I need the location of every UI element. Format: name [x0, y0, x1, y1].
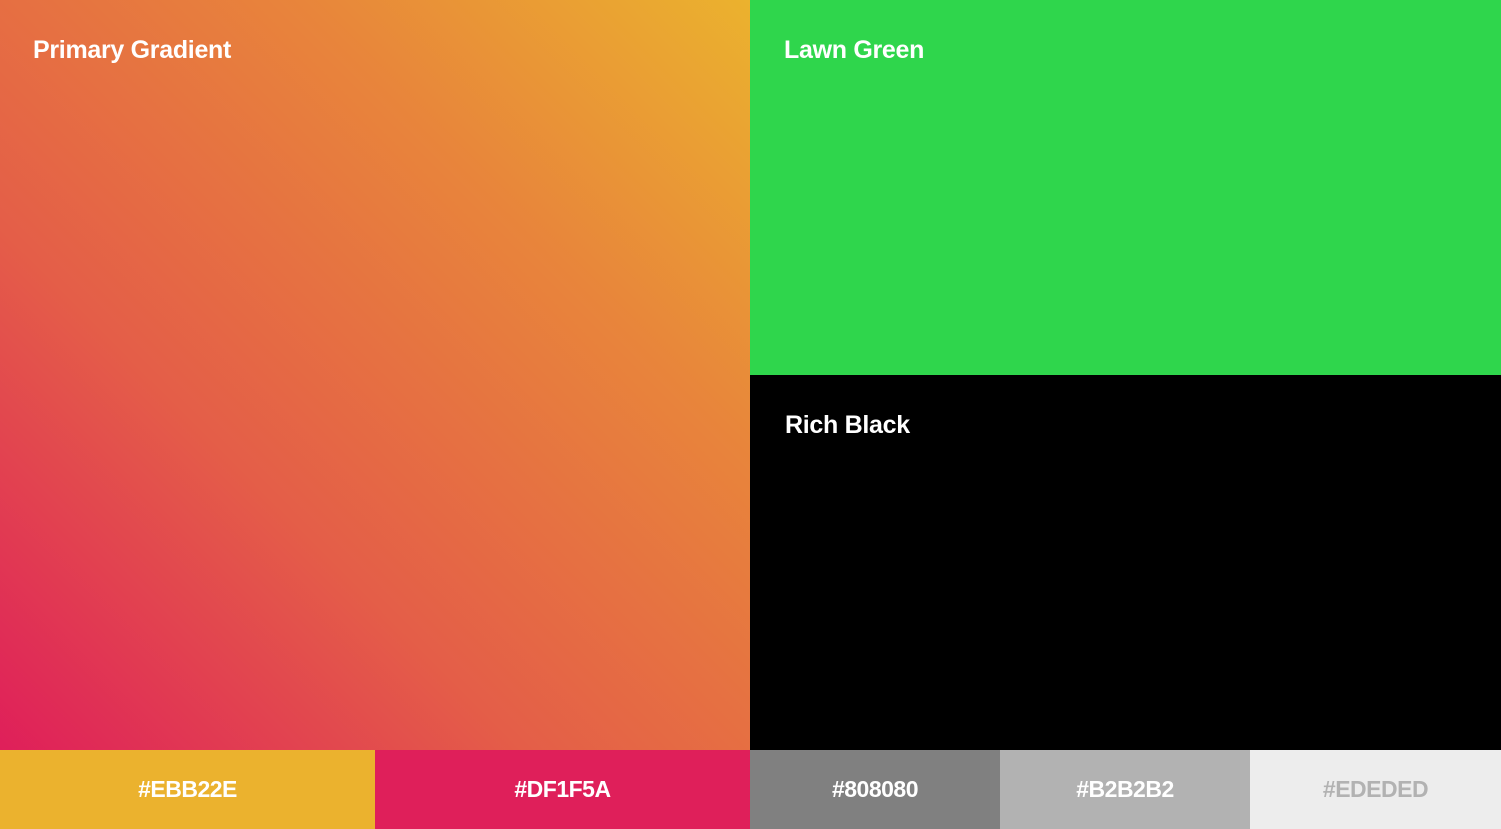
rich-black-panel: Rich Black	[750, 375, 1501, 750]
swatch-df1f5a: #DF1F5A	[375, 750, 750, 829]
rich-black-label: Rich Black	[785, 411, 910, 439]
swatch-hex-label: #B2B2B2	[1076, 776, 1174, 802]
swatch-ebb22e: #EBB22E	[0, 750, 375, 829]
swatch-b2b2b2: #B2B2B2	[1000, 750, 1250, 829]
color-palette: Primary Gradient Lawn Green Rich Black #…	[0, 0, 1501, 829]
swatch-hex-label: #EDEDED	[1322, 776, 1429, 802]
swatch-808080: #808080	[750, 750, 1000, 829]
lawn-green-panel: Lawn Green	[750, 0, 1501, 375]
swatch-ededed: #EDEDED	[1250, 750, 1501, 829]
swatch-hex-label: #EBB22E	[138, 776, 237, 802]
swatch-hex-label: #DF1F5A	[514, 776, 611, 802]
lawn-green-label: Lawn Green	[784, 36, 925, 64]
primary-gradient-label: Primary Gradient	[33, 36, 232, 64]
primary-gradient-panel: Primary Gradient	[0, 0, 750, 750]
swatch-hex-label: #808080	[831, 776, 919, 802]
